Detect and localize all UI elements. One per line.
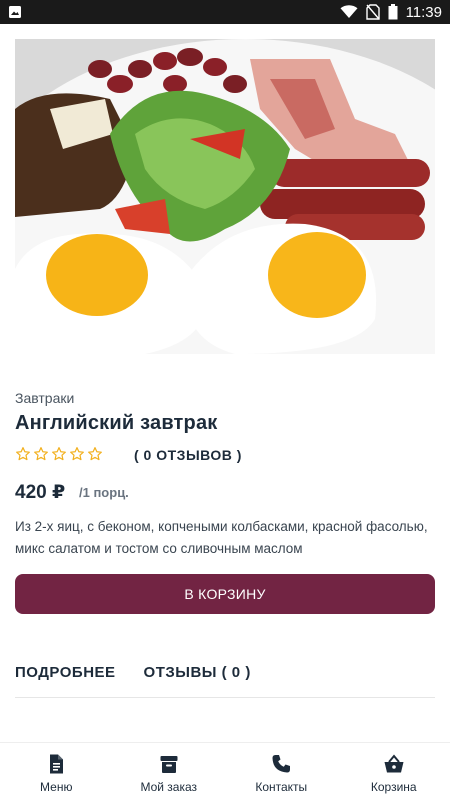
document-icon: [50, 754, 64, 774]
breakfast-plate-illustration: [15, 39, 435, 354]
wifi-icon: [340, 5, 358, 18]
add-to-cart-button[interactable]: В КОРЗИНУ: [15, 574, 435, 614]
star-icon[interactable]: [33, 446, 49, 462]
star-icon[interactable]: [69, 446, 85, 462]
status-time: 11:39: [405, 3, 442, 21]
bottom-navigation: Меню Мой заказ Контакты Корзина: [0, 742, 450, 800]
gallery-notification-icon: [9, 6, 21, 18]
nav-label-my-order: Мой заказ: [140, 780, 198, 794]
star-icon[interactable]: [51, 446, 67, 462]
star-icon[interactable]: [87, 446, 103, 462]
product-photo: [15, 39, 435, 354]
nav-item-menu[interactable]: Меню: [0, 743, 113, 800]
product-price: 420 ₽: [15, 482, 66, 503]
product-category: Завтраки: [15, 390, 75, 406]
nav-label-menu: Меню: [40, 780, 73, 794]
nav-item-contacts[interactable]: Контакты: [225, 743, 338, 800]
rating-stars[interactable]: [15, 446, 103, 462]
status-bar: 11:39: [0, 0, 450, 24]
battery-icon: [388, 4, 398, 20]
archive-box-icon: [160, 756, 178, 773]
tab-details[interactable]: ПОДРОБНЕЕ: [15, 664, 116, 697]
star-icon[interactable]: [15, 446, 31, 462]
product-portion: /1 порц.: [79, 485, 129, 500]
basket-icon: [384, 754, 404, 773]
reviews-count-link[interactable]: ( 0 ОТЗЫВОВ ): [134, 447, 242, 463]
no-sim-icon: [365, 4, 380, 20]
phone-icon: [272, 755, 291, 773]
nav-label-cart: Корзина: [370, 780, 417, 794]
product-title: Английский завтрак: [15, 412, 218, 434]
tab-reviews[interactable]: ОТЗЫВЫ ( 0 ): [144, 664, 251, 697]
product-tabs: ПОДРОБНЕЕ ОТЗЫВЫ ( 0 ): [15, 664, 435, 698]
nav-item-my-order[interactable]: Мой заказ: [113, 743, 226, 800]
nav-label-contacts: Контакты: [255, 780, 308, 794]
product-description: Из 2-х яиц, с беконом, копчеными колбаск…: [15, 519, 428, 556]
nav-item-cart[interactable]: Корзина: [338, 743, 450, 800]
